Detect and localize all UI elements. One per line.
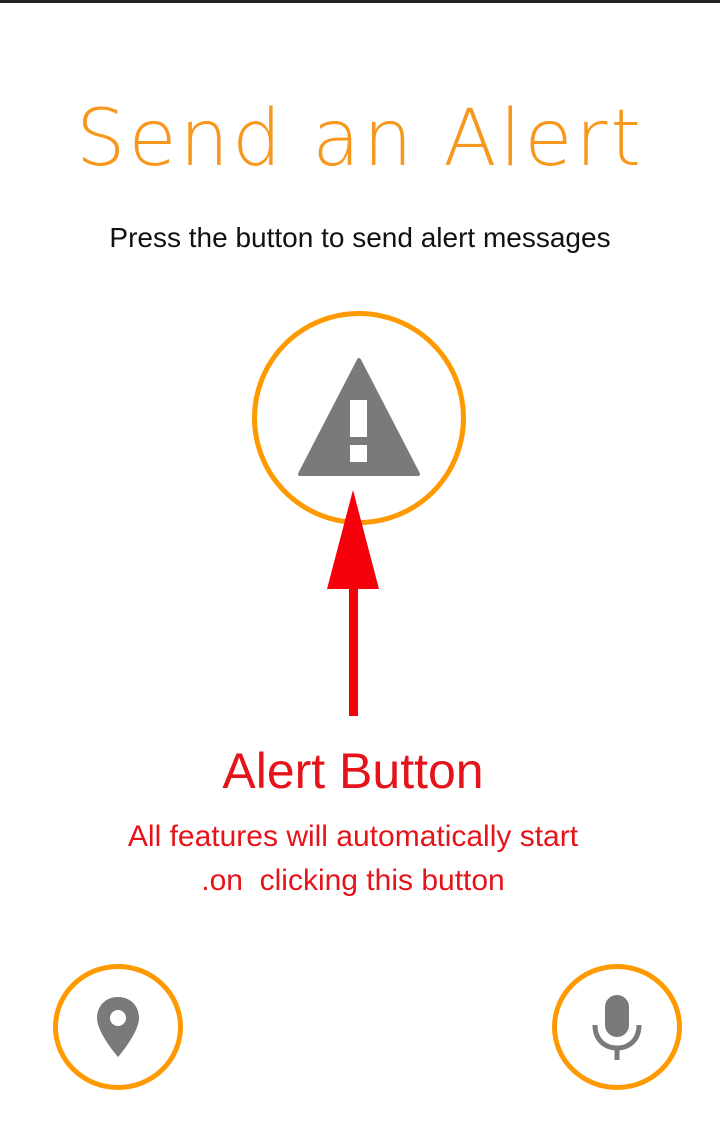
- microphone-button[interactable]: [552, 964, 682, 1090]
- annotation-title: Alert Button: [222, 743, 484, 799]
- warning-triangle-icon: [298, 358, 420, 476]
- page-title: Send an Alert: [76, 94, 644, 184]
- location-pin-icon: [97, 997, 139, 1057]
- annotation-arrow: [327, 490, 379, 716]
- annotation-text-line-2: .on clicking this button: [201, 864, 505, 897]
- location-button[interactable]: [53, 964, 183, 1090]
- page-subtitle: Press the button to send alert messages: [109, 222, 611, 253]
- top-divider: [0, 0, 720, 3]
- microphone-icon: [592, 995, 642, 1060]
- annotation-text-line-1: All features will automatically start: [127, 820, 579, 853]
